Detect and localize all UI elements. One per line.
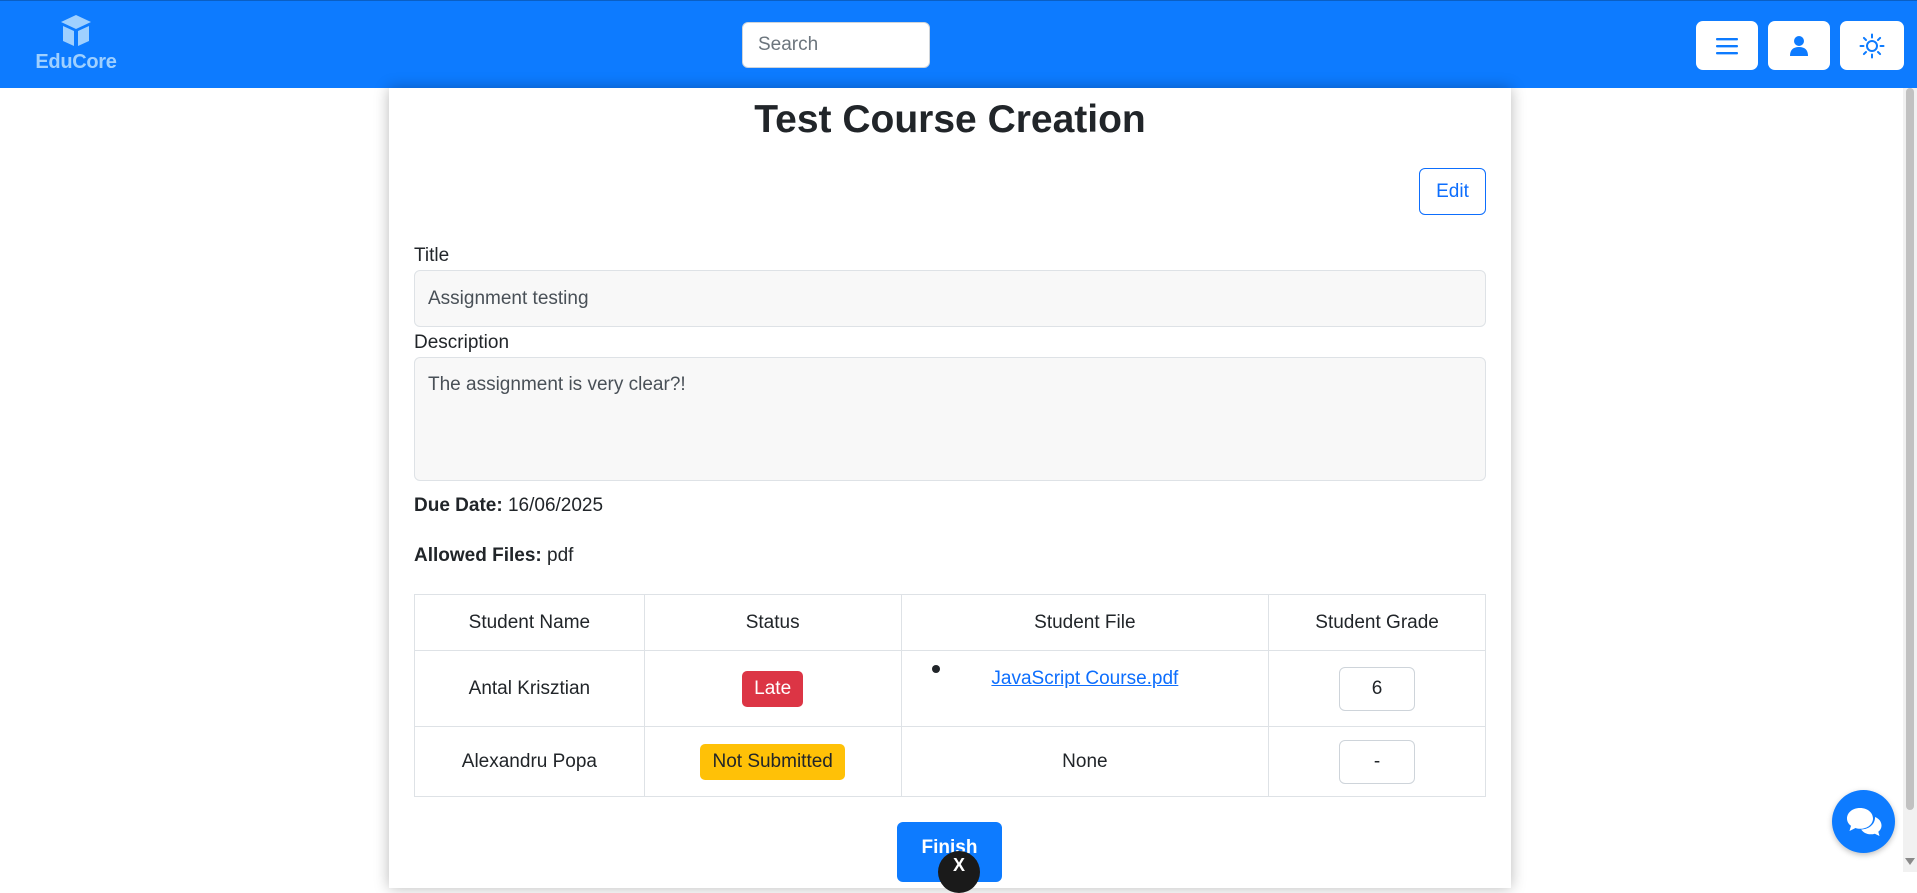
table-header-row: Student Name Status Student File Student… bbox=[414, 594, 1486, 651]
edit-button[interactable]: Edit bbox=[1419, 168, 1486, 215]
due-date-value: 16/06/2025 bbox=[507, 495, 604, 516]
chat-button[interactable] bbox=[1832, 790, 1895, 853]
student-name: Antal Krisztian bbox=[414, 650, 645, 727]
student-file-cell: None bbox=[900, 726, 1270, 797]
due-date: Due Date: 16/06/2025 bbox=[414, 495, 603, 517]
student-name: Alexandru Popa bbox=[414, 726, 645, 797]
brand-logo[interactable]: EduCore bbox=[34, 13, 118, 75]
chat-bubbles-icon bbox=[1846, 807, 1881, 836]
scroll-down-arrow-icon[interactable] bbox=[1905, 858, 1915, 865]
header-status: Status bbox=[643, 594, 902, 651]
status-cell: Not Submitted bbox=[643, 726, 902, 797]
student-file-link[interactable]: JavaScript Course.pdf bbox=[991, 668, 1178, 690]
header-student-name: Student Name bbox=[414, 594, 645, 651]
title-label: Title bbox=[414, 245, 450, 266]
due-date-label: Due Date: bbox=[414, 495, 503, 516]
profile-button[interactable] bbox=[1768, 21, 1830, 70]
theme-toggle-button[interactable] bbox=[1840, 21, 1904, 70]
submissions-table: Student Name Status Student File Student… bbox=[414, 594, 1486, 797]
page-scrollbar[interactable] bbox=[1903, 88, 1917, 872]
table-row: Antal Krisztian Late JavaScript Course.p… bbox=[414, 650, 1486, 727]
title-field[interactable] bbox=[414, 270, 1486, 327]
status-cell: Late bbox=[643, 650, 902, 727]
status-badge: Not Submitted bbox=[700, 743, 845, 780]
user-icon bbox=[1790, 35, 1808, 56]
brand-name: EduCore bbox=[35, 51, 117, 73]
sun-icon bbox=[1859, 33, 1885, 58]
graduation-cube-icon bbox=[61, 15, 91, 46]
allowed-files-label: Allowed Files: bbox=[414, 545, 542, 566]
top-navbar: EduCore bbox=[0, 0, 1917, 88]
description-label: Description bbox=[414, 332, 510, 353]
menu-button[interactable] bbox=[1696, 21, 1758, 70]
allowed-files: Allowed Files: pdf bbox=[414, 545, 573, 567]
grade-input[interactable]: - bbox=[1339, 739, 1416, 784]
assignment-card: Test Course Creation Edit Title Descript… bbox=[389, 88, 1511, 888]
grade-input[interactable]: 6 bbox=[1339, 666, 1416, 711]
grade-cell: - bbox=[1268, 726, 1486, 797]
allowed-files-value: pdf bbox=[547, 545, 574, 566]
close-overlay-button[interactable]: X bbox=[938, 851, 980, 893]
description-field[interactable]: The assignment is very clear?! bbox=[414, 357, 1486, 481]
table-row: Alexandru Popa Not Submitted None - bbox=[414, 726, 1486, 797]
header-student-file: Student File bbox=[900, 594, 1270, 651]
list-bullet bbox=[931, 665, 940, 673]
hamburger-menu-icon bbox=[1716, 37, 1738, 54]
scrollbar-thumb[interactable] bbox=[1906, 88, 1914, 810]
status-badge: Late bbox=[742, 670, 804, 707]
grade-cell: 6 bbox=[1268, 650, 1486, 727]
search-input[interactable] bbox=[742, 22, 930, 68]
student-file-cell: JavaScript Course.pdf bbox=[900, 650, 1270, 727]
header-student-grade: Student Grade bbox=[1268, 594, 1486, 651]
page-title: Test Course Creation bbox=[754, 98, 1146, 141]
